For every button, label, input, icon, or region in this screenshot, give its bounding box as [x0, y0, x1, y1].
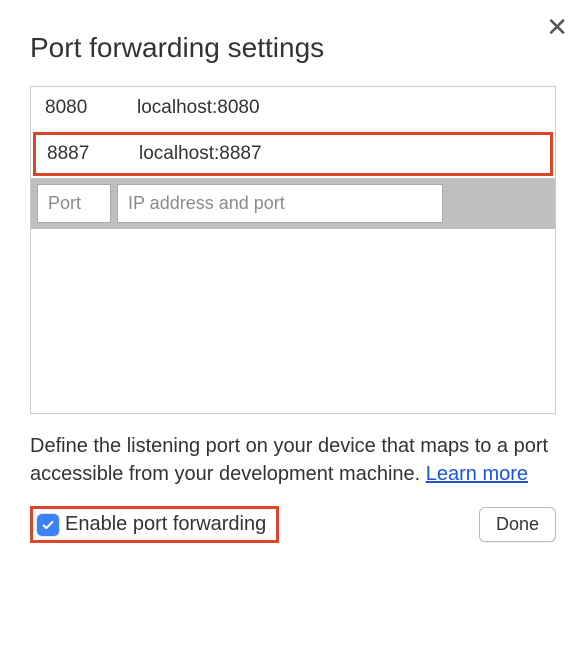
learn-more-link[interactable]: Learn more	[426, 463, 528, 485]
description-text: Define the listening port on your device…	[30, 432, 556, 488]
done-button[interactable]: Done	[479, 507, 556, 542]
dialog-footer: Enable port forwarding Done	[30, 506, 556, 543]
new-forwarding-input-row	[31, 178, 555, 229]
address-input[interactable]	[117, 184, 443, 223]
dialog-title: Port forwarding settings	[30, 32, 556, 64]
table-row[interactable]: 8887 localhost:8887	[33, 132, 553, 176]
address-cell: localhost:8887	[139, 143, 539, 165]
port-forwarding-dialog: ✕ Port forwarding settings 8080 localhos…	[0, 0, 586, 567]
table-row[interactable]: 8080 localhost:8080	[31, 87, 555, 130]
checkbox-icon	[37, 514, 59, 536]
checkmark-icon	[41, 518, 55, 532]
enable-forwarding-checkbox-wrap[interactable]: Enable port forwarding	[30, 506, 279, 543]
close-button[interactable]: ✕	[546, 14, 568, 40]
port-input[interactable]	[37, 184, 111, 223]
close-icon: ✕	[546, 12, 568, 42]
address-cell: localhost:8080	[137, 97, 541, 119]
port-cell: 8887	[47, 143, 139, 165]
forwarding-table: 8080 localhost:8080 8887 localhost:8887	[30, 86, 556, 414]
checkbox-label: Enable port forwarding	[65, 513, 266, 536]
port-cell: 8080	[45, 97, 137, 119]
